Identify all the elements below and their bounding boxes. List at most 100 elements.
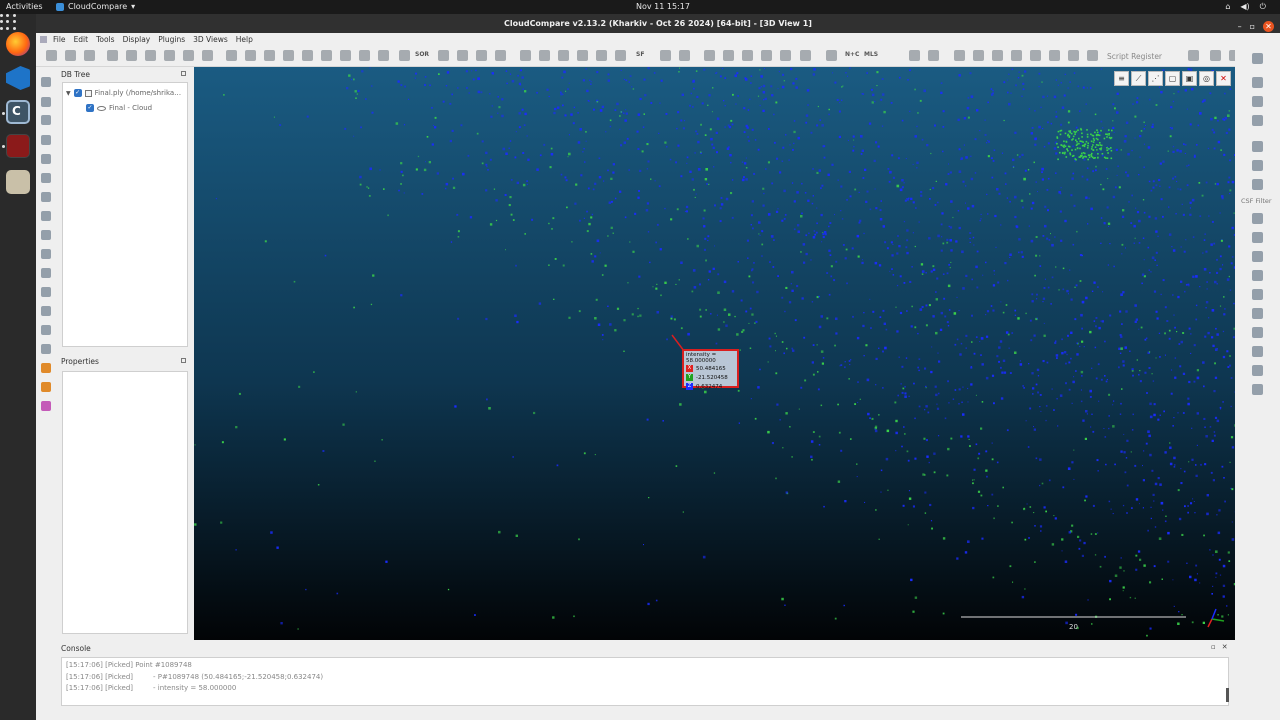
cluster-icon[interactable] (1252, 308, 1263, 319)
sample-icon[interactable] (107, 50, 118, 61)
fm-icon[interactable] (723, 50, 734, 61)
plane-icon[interactable] (476, 50, 487, 61)
db-tree-float-icon[interactable] (181, 71, 186, 76)
ball-icon[interactable] (800, 50, 811, 61)
display-icon[interactable] (41, 77, 51, 87)
back-view-icon[interactable] (41, 306, 51, 316)
cloud-checkbox[interactable]: ✓ (86, 104, 94, 112)
cube-h-icon[interactable] (1087, 50, 1098, 61)
volume-icon[interactable]: ◀) (1240, 2, 1249, 12)
ransac-icon[interactable] (909, 50, 920, 61)
3d-view[interactable]: ≡ ⟋ ⋰ ▢ ▣ ◎ ✕ intensity = 58.000000 X 50… (194, 67, 1235, 640)
right-view-icon[interactable] (41, 325, 51, 335)
open-icon[interactable] (46, 50, 57, 61)
cc-icon[interactable] (359, 50, 370, 61)
histogram-icon[interactable] (520, 50, 531, 61)
sphere-icon[interactable] (780, 50, 791, 61)
iso-view-2-icon[interactable] (41, 382, 51, 392)
bottom-view-icon[interactable] (41, 344, 51, 354)
subsample-icon[interactable] (378, 50, 389, 61)
power-icon[interactable]: ⏻ (1260, 2, 1266, 12)
mplane-icon[interactable] (1252, 346, 1263, 357)
picked-point-label[interactable]: intensity = 58.000000 X 50.484165 Y -21.… (682, 349, 739, 390)
zoom-icon[interactable] (41, 230, 51, 240)
broom-icon[interactable] (1252, 141, 1263, 152)
qanimation-icon[interactable] (1252, 115, 1263, 126)
rotation-icon[interactable] (41, 173, 51, 183)
menu-help[interactable]: Help (232, 35, 257, 44)
m3c2-icon[interactable] (1252, 384, 1263, 395)
delete-icon[interactable] (202, 50, 213, 61)
menu-plugins[interactable]: Plugins (154, 35, 189, 44)
clone-icon[interactable] (84, 50, 95, 61)
pin-icon[interactable] (1252, 160, 1263, 171)
nc-button[interactable]: N+C (845, 51, 859, 62)
camera-icon[interactable] (41, 97, 51, 107)
cube-f-icon[interactable] (1049, 50, 1060, 61)
file-checkbox[interactable]: ✓ (73, 89, 82, 97)
close-tool-icon[interactable]: ✕ (1216, 71, 1231, 86)
cube-a-icon[interactable] (954, 50, 965, 61)
stereo-icon[interactable] (41, 401, 51, 411)
noise-icon[interactable] (399, 50, 410, 61)
octree-icon[interactable] (245, 50, 256, 61)
script-icon[interactable] (1210, 50, 1221, 61)
expand-caret-icon[interactable]: ▼ (66, 90, 71, 97)
compass-icon[interactable] (928, 50, 939, 61)
activities-button[interactable]: Activities (6, 2, 43, 11)
filter-icon[interactable] (302, 50, 313, 61)
pivot-icon[interactable] (41, 135, 51, 145)
point-tool-icon[interactable]: ⋰ (1148, 71, 1163, 86)
menu-tools[interactable]: Tools (92, 35, 118, 44)
north-icon[interactable] (1252, 213, 1263, 224)
kd-icon[interactable] (704, 50, 715, 61)
segment-icon[interactable] (283, 50, 294, 61)
files-icon[interactable] (6, 170, 30, 194)
menu-display[interactable]: Display (119, 35, 155, 44)
app-menu[interactable]: CloudCompare ▾ (56, 2, 135, 11)
sf-arith-icon[interactable] (558, 50, 569, 61)
properties-float-icon[interactable] (181, 358, 186, 363)
plugin-b-icon[interactable] (761, 50, 772, 61)
cloudcompare-dock-icon[interactable]: C (6, 100, 30, 124)
top-view-icon[interactable] (41, 268, 51, 278)
eye-icon[interactable]: ◎ (1199, 71, 1214, 86)
sf-stats-icon[interactable] (679, 50, 690, 61)
cut-icon[interactable] (495, 50, 506, 61)
cube-e-icon[interactable] (1030, 50, 1041, 61)
red-app-icon[interactable] (6, 134, 30, 158)
cube-c-icon[interactable] (992, 50, 1003, 61)
box-tool-icon[interactable]: ▢ (1165, 71, 1180, 86)
layers-icon[interactable] (1252, 327, 1263, 338)
vscode-icon[interactable] (6, 66, 30, 90)
align-icon[interactable] (164, 50, 175, 61)
left-view-icon[interactable] (41, 287, 51, 297)
network-icon[interactable]: ⌂ (1225, 2, 1230, 12)
mls-button[interactable]: MLS (864, 51, 878, 62)
pcv-icon[interactable] (1252, 365, 1263, 376)
canupo-icon[interactable] (1252, 96, 1263, 107)
menu-file[interactable]: File (49, 35, 70, 44)
pick-rotation-icon[interactable] (41, 154, 51, 164)
menu-edit[interactable]: Edit (70, 35, 93, 44)
merge-icon[interactable] (126, 50, 137, 61)
register-icon[interactable] (183, 50, 194, 61)
cube-d-icon[interactable] (1011, 50, 1022, 61)
ortho-icon[interactable] (41, 115, 51, 125)
sor-button[interactable]: SOR (415, 51, 429, 62)
clock[interactable]: Nov 11 15:17 (636, 2, 690, 11)
csf-icon[interactable] (1252, 179, 1263, 190)
sf-export-icon[interactable] (660, 50, 671, 61)
front-view-icon[interactable] (41, 249, 51, 259)
center-icon[interactable] (41, 211, 51, 221)
gradient-icon[interactable] (577, 50, 588, 61)
compass-plugin-icon[interactable] (1252, 77, 1263, 88)
tree-item-file[interactable]: ▼ ✓ Final.ply (/home/shrika… (66, 89, 181, 97)
view-icon[interactable] (41, 192, 51, 202)
move-icon[interactable] (457, 50, 468, 61)
close-window-icon[interactable]: ✕ (1263, 21, 1274, 32)
cube-b-icon[interactable] (973, 50, 984, 61)
console-scrollbar[interactable] (1226, 688, 1229, 702)
facets-icon[interactable] (1252, 270, 1263, 281)
iso-view-1-icon[interactable] (41, 363, 51, 373)
